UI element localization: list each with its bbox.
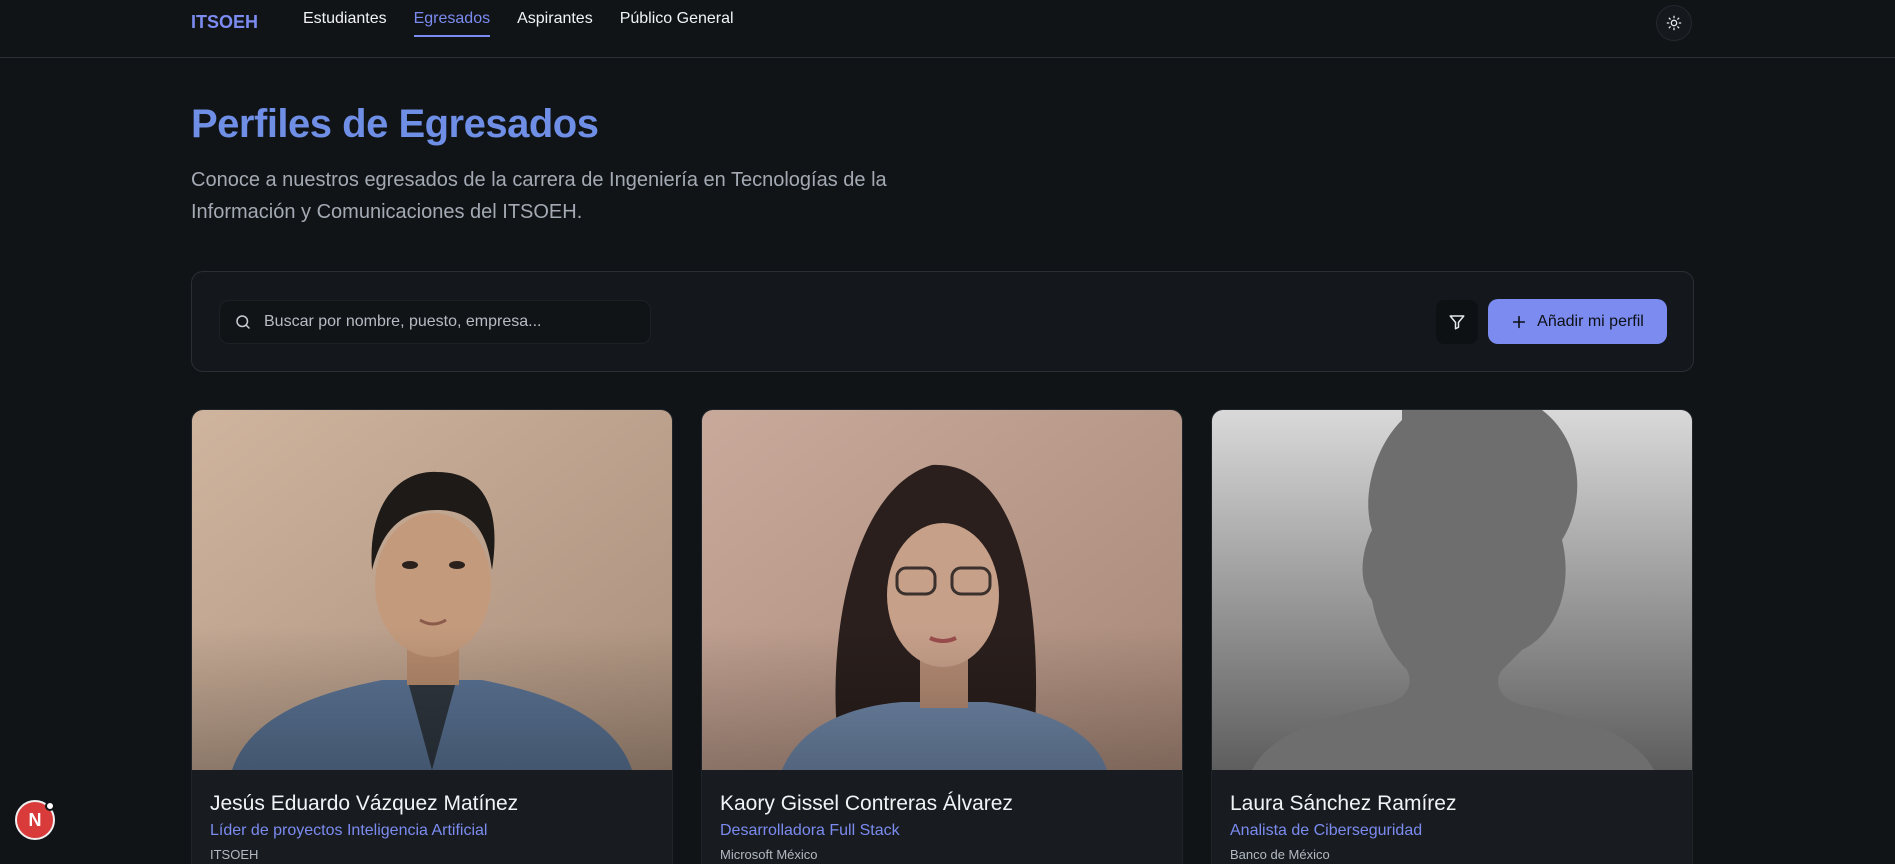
sun-icon xyxy=(1666,15,1682,31)
theme-toggle-button[interactable] xyxy=(1656,5,1692,41)
nav-estudiantes[interactable]: Estudiantes xyxy=(303,10,387,37)
add-profile-label: Añadir mi perfil xyxy=(1537,312,1644,330)
profile-photo-placeholder xyxy=(1212,410,1692,770)
search-icon xyxy=(236,315,250,329)
plus-icon xyxy=(1513,315,1526,328)
filter-icon xyxy=(1449,315,1465,330)
top-navbar: ITSOEH Estudiantes Egresados Aspirantes … xyxy=(0,0,1895,58)
profile-company: Microsoft México xyxy=(720,847,818,862)
main-nav: Estudiantes Egresados Aspirantes Público… xyxy=(303,10,734,37)
search-input[interactable] xyxy=(264,301,644,343)
filter-button[interactable] xyxy=(1436,300,1478,344)
add-profile-button[interactable]: Añadir mi perfil xyxy=(1488,299,1667,344)
profile-name: Jesús Eduardo Vázquez Matínez xyxy=(210,792,519,815)
profile-role: Desarrolladora Full Stack xyxy=(720,822,900,839)
profile-role: Analista de Ciberseguridad xyxy=(1230,822,1423,839)
notification-dot xyxy=(45,801,55,811)
profile-name: Kaory Gissel Contreras Álvarez xyxy=(720,792,1013,815)
profile-card[interactable]: Laura Sánchez Ramírez Analista de Cibers… xyxy=(1211,409,1693,864)
profile-name: Laura Sánchez Ramírez xyxy=(1230,792,1457,815)
profile-company: ITSOEH xyxy=(210,847,259,862)
nav-egresados[interactable]: Egresados xyxy=(413,10,491,37)
profile-role: Líder de proyectos Inteligencia Artifici… xyxy=(210,822,488,839)
search-panel: Añadir mi perfil xyxy=(191,271,1694,372)
search-box[interactable] xyxy=(219,300,651,344)
profile-company: Banco de México xyxy=(1230,847,1330,862)
nav-publico-general[interactable]: Público General xyxy=(620,10,734,37)
profile-card[interactable]: Kaory Gissel Contreras Álvarez Desarroll… xyxy=(701,409,1183,864)
brand-logo[interactable]: ITSOEH xyxy=(191,12,258,33)
profile-photo xyxy=(702,410,1182,770)
profile-card[interactable]: Jesús Eduardo Vázquez Matínez Líder de p… xyxy=(191,409,673,864)
nav-aspirantes[interactable]: Aspirantes xyxy=(517,10,593,37)
profile-photo xyxy=(192,410,672,770)
page-title: Perfiles de Egresados xyxy=(191,102,599,146)
dev-tools-badge-label: N xyxy=(28,809,42,830)
page-subtitle: Conoce a nuestros egresados de la carrer… xyxy=(191,169,887,223)
